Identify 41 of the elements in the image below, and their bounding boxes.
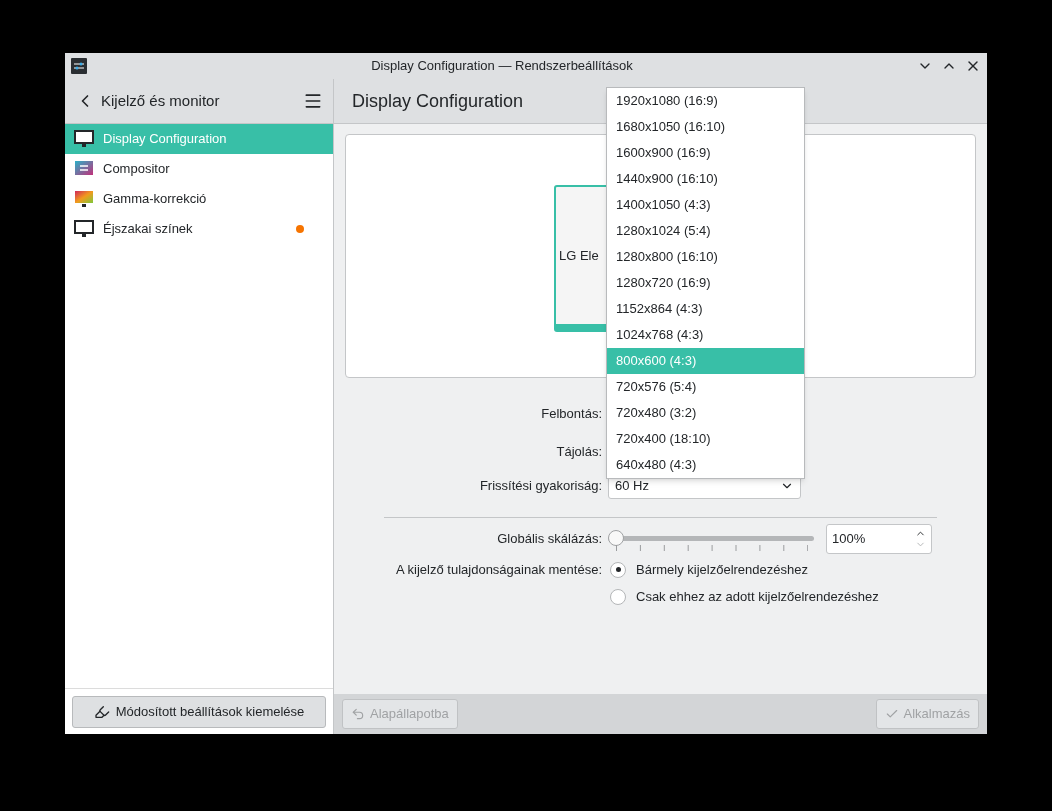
page-title: Display Configuration bbox=[352, 89, 524, 113]
sidebar-item[interactable]: Éjszakai színek bbox=[65, 214, 333, 244]
gamma-icon bbox=[74, 190, 94, 208]
resolution-option[interactable]: 1440x900 (16:10) bbox=[607, 166, 804, 192]
undo-icon bbox=[351, 707, 365, 721]
app-icon bbox=[71, 58, 87, 74]
monitor-label: LG Ele bbox=[559, 246, 599, 265]
sidebar-item[interactable]: Compositor bbox=[65, 154, 333, 184]
resolution-option[interactable]: 1400x1050 (4:3) bbox=[607, 192, 804, 218]
refresh-rate-label: Frissítési gyakoriság: bbox=[478, 476, 602, 495]
radio-label: Bármely kijelzőelrendezéshez bbox=[636, 560, 808, 579]
resolution-option[interactable]: 720x576 (5:4) bbox=[607, 374, 804, 400]
scale-label: Globális skálázás: bbox=[496, 530, 602, 549]
monitor-icon bbox=[74, 220, 94, 238]
check-icon bbox=[884, 707, 899, 721]
resolution-option[interactable]: 1680x1050 (16:10) bbox=[607, 114, 804, 140]
orientation-label: Tájolás: bbox=[555, 443, 602, 461]
slider-thumb[interactable] bbox=[608, 530, 624, 546]
sidebar-item[interactable]: Gamma-korrekció bbox=[65, 184, 333, 214]
monitor-icon bbox=[74, 130, 94, 148]
radio-button[interactable] bbox=[610, 561, 626, 578]
resolution-option[interactable]: 720x400 (18:10) bbox=[607, 426, 804, 452]
resolution-option[interactable]: 720x480 (3:2) bbox=[607, 400, 804, 426]
resolution-option[interactable]: 1280x800 (16:10) bbox=[607, 244, 804, 270]
resolution-option[interactable]: 1280x1024 (5:4) bbox=[607, 218, 804, 244]
highlight-changes-button[interactable]: Módosított beállítások kiemelése bbox=[72, 695, 326, 728]
pen-icon bbox=[93, 703, 110, 720]
radio-label: Csak ehhez az adott kijelzőelrendezéshez bbox=[636, 587, 879, 606]
scale-spinbox[interactable]: 100% bbox=[826, 524, 932, 554]
back-button[interactable]: Kijelző és monitor bbox=[75, 89, 220, 113]
compositor-icon bbox=[74, 160, 94, 178]
resolution-option[interactable]: 1600x900 (16:9) bbox=[607, 140, 804, 166]
save-settings-label: A kijelző tulajdonságainak mentése: bbox=[395, 560, 602, 579]
resolution-option[interactable]: 1152x864 (4:3) bbox=[607, 296, 804, 322]
resolution-label: Felbontás: bbox=[540, 405, 602, 423]
window-title: Display Configuration — Rendszerbeállítások bbox=[370, 57, 634, 76]
menu-button[interactable] bbox=[303, 91, 323, 111]
resolution-option[interactable]: 1920x1080 (16:9) bbox=[607, 88, 804, 114]
resolution-option[interactable]: 1024x768 (4:3) bbox=[607, 322, 804, 348]
radio-button[interactable] bbox=[610, 588, 626, 605]
resolution-option[interactable]: 1280x720 (16:9) bbox=[607, 270, 804, 296]
